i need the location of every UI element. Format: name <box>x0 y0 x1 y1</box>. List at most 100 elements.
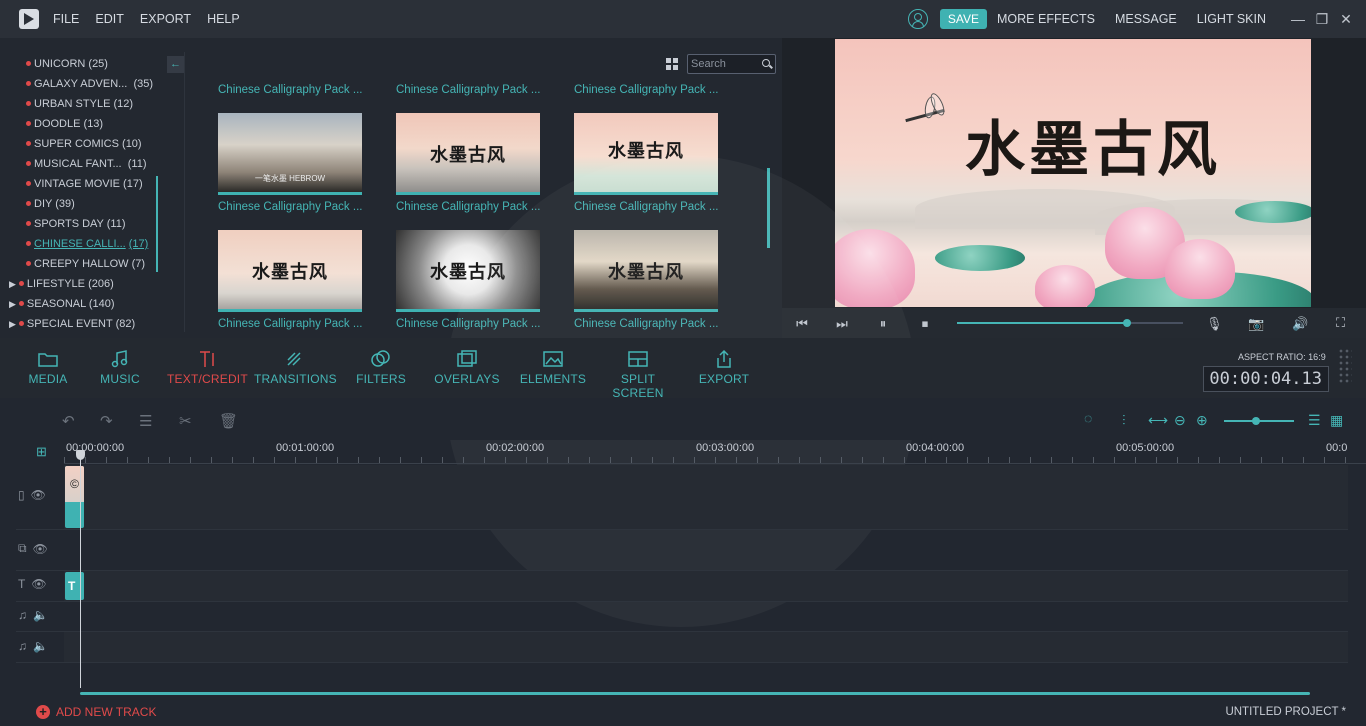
tool-filters[interactable]: FILTERS <box>341 348 421 386</box>
zoom-in-icon[interactable]: ⊕ <box>1196 412 1208 429</box>
fit-timeline-icon[interactable]: ⟷ <box>1148 412 1168 429</box>
category-doodle[interactable]: DOODLE (13) <box>0 114 170 134</box>
category-vintage-movie[interactable]: VINTAGE MOVIE (17) <box>0 174 170 194</box>
minimize-icon[interactable]: — <box>1286 11 1310 27</box>
menu-export[interactable]: EXPORT <box>140 12 191 26</box>
close-icon[interactable]: ✕ <box>1334 11 1358 28</box>
light-skin-link[interactable]: LIGHT SKIN <box>1197 12 1266 26</box>
tool-music[interactable]: MUSIC <box>80 348 160 386</box>
microphone-icon[interactable]: 🎙 <box>1206 316 1223 332</box>
stop-icon[interactable]: ⏹ <box>904 316 946 332</box>
message-link[interactable]: MESSAGE <box>1115 12 1177 26</box>
expand-arrow-icon[interactable]: ▶ <box>9 299 16 309</box>
menu-file[interactable]: FILE <box>53 12 79 26</box>
expand-arrow-icon[interactable]: ▶ <box>9 279 16 289</box>
text-clip[interactable]: T <box>65 572 84 600</box>
speaker-icon[interactable]: 🔈 <box>33 608 48 622</box>
category-super-comics[interactable]: SUPER COMICS (10) <box>0 134 170 154</box>
redo-icon[interactable]: ↷ <box>100 412 113 430</box>
fullscreen-icon[interactable]: ⛶ <box>1336 315 1345 331</box>
category-special-event[interactable]: ▶ SPECIAL EVENT (82) <box>0 314 170 334</box>
thumbnail-label[interactable]: Chinese Calligraphy Pack ... <box>218 318 362 330</box>
video-clip[interactable]: © <box>65 466 84 528</box>
tool-text-credit[interactable]: TEXT/CREDIT <box>167 348 248 386</box>
step-forward-icon[interactable]: ⏭ <box>822 316 862 332</box>
delete-trash-icon[interactable]: 🗑 <box>219 412 238 430</box>
menu-help[interactable]: HELP <box>207 12 240 26</box>
menu-edit[interactable]: EDIT <box>95 12 123 26</box>
zoom-slider[interactable] <box>1224 417 1294 425</box>
speaker-icon[interactable]: 🔈 <box>33 639 48 653</box>
tool-media[interactable]: MEDIA <box>8 348 88 386</box>
collapse-panel-arrow-icon[interactable]: ← <box>167 56 184 73</box>
undo-icon[interactable]: ↶ <box>62 412 75 430</box>
pause-icon[interactable]: ⏸ <box>862 316 904 332</box>
effect-thumbnail[interactable]: 水墨古风 <box>396 230 540 312</box>
tool-transitions[interactable]: TRANSITIONS <box>254 348 337 386</box>
category-creepy-hallow[interactable]: CREEPY HALLOW (7) <box>0 254 170 274</box>
playhead[interactable] <box>76 450 85 688</box>
category-unicorn[interactable]: UNICORN (25) <box>0 54 170 74</box>
list-view-icon[interactable]: ☰ <box>1308 412 1321 429</box>
add-new-track-button[interactable]: + ADD NEW TRACK <box>36 705 156 719</box>
effect-thumbnail[interactable]: 水墨古风 <box>396 113 540 195</box>
more-effects-link[interactable]: MORE EFFECTS <box>997 12 1095 26</box>
thumbnail-label[interactable]: Chinese Calligraphy Pack ... <box>396 318 540 330</box>
timeline-scrollbar[interactable] <box>80 692 1310 695</box>
user-account-icon[interactable] <box>907 9 928 29</box>
render-preview-icon[interactable]: ◌ <box>1084 410 1092 426</box>
search-icon[interactable] <box>762 59 770 67</box>
snapshot-camera-icon[interactable]: 📷 <box>1248 316 1264 332</box>
zoom-out-icon[interactable]: ⊖ <box>1174 412 1186 429</box>
library-scrollbar[interactable] <box>767 168 770 248</box>
tool-elements[interactable]: ELEMENTS <box>513 348 593 386</box>
maximize-icon[interactable]: ❐ <box>1310 11 1334 28</box>
category-urban-style[interactable]: URBAN STYLE (12) <box>0 94 170 114</box>
thumbnail-label[interactable]: Chinese Calligraphy Pack ... <box>574 201 718 213</box>
category-chinese-calligraphy[interactable]: CHINESE CALLI... (17) <box>0 234 170 254</box>
preview-video-frame[interactable]: 水墨古风 <box>835 39 1311 307</box>
effect-thumbnail[interactable]: 水墨古风 <box>574 230 718 312</box>
thumbnail-label[interactable]: Chinese Calligraphy Pack ... <box>574 84 718 96</box>
category-seasonal[interactable]: ▶ SEASONAL (140) <box>0 294 170 314</box>
tool-split-screen[interactable]: SPLIT SCREEN <box>598 348 678 400</box>
category-galaxy-adventure[interactable]: GALAXY ADVEN... (35) <box>0 74 170 94</box>
thumbnail-label[interactable]: Chinese Calligraphy Pack ... <box>396 84 540 96</box>
progress-knob[interactable] <box>1122 319 1131 327</box>
zoom-slider-knob[interactable] <box>1251 417 1260 425</box>
eye-visibility-icon[interactable]: 👁 <box>31 488 46 502</box>
thumbnail-label[interactable]: Chinese Calligraphy Pack ... <box>396 201 540 213</box>
text-track[interactable] <box>64 571 1348 601</box>
tool-export[interactable]: EXPORT <box>684 348 764 386</box>
category-sports-day[interactable]: SPORTS DAY (11) <box>0 214 170 234</box>
drag-handle-icon[interactable] <box>1338 348 1352 384</box>
thumbnail-label[interactable]: Chinese Calligraphy Pack ... <box>218 84 362 96</box>
grid-view-icon[interactable] <box>666 58 678 70</box>
category-diy[interactable]: DIY (39) <box>0 194 170 214</box>
snap-magnet-icon[interactable]: ⊞ <box>36 444 47 460</box>
eye-visibility-icon[interactable]: 👁 <box>31 577 46 591</box>
thumbnail-label[interactable]: Chinese Calligraphy Pack ... <box>218 201 362 213</box>
skip-back-icon[interactable]: ⏮ <box>782 316 822 332</box>
category-musical-fantasy[interactable]: MUSICAL FANT... (11) <box>0 154 170 174</box>
expand-arrow-icon[interactable]: ▶ <box>9 319 16 329</box>
effect-thumbnail[interactable]: 水墨古风 <box>574 113 718 195</box>
effect-thumbnail[interactable]: 一笔水墨 HEBROW <box>218 113 362 195</box>
audio-mixer-icon[interactable]: ⫶ <box>1122 412 1126 429</box>
audio-track-2[interactable] <box>64 632 1348 662</box>
search-input[interactable] <box>688 55 758 73</box>
thumbnail-label[interactable]: Chinese Calligraphy Pack ... <box>574 318 718 330</box>
cut-scissors-icon[interactable]: ✂ <box>179 412 192 430</box>
category-lifestyle[interactable]: ▶ LIFESTYLE (206) <box>0 274 170 294</box>
playback-progress-bar[interactable] <box>957 319 1183 327</box>
volume-icon[interactable]: 🔊 <box>1292 316 1308 332</box>
save-button[interactable]: SAVE <box>939 9 988 29</box>
timeline-ruler[interactable]: 00:00:00:00 00:01:00:00 00:02:00:00 00:0… <box>64 440 1366 464</box>
grid-view-icon[interactable]: ▦ <box>1330 412 1343 429</box>
eye-visibility-icon[interactable]: 👁 <box>33 542 48 556</box>
video-track[interactable] <box>64 465 1348 529</box>
adjust-settings-icon[interactable]: ☰ <box>139 412 152 430</box>
category-scrollbar[interactable] <box>156 176 158 272</box>
tool-overlays[interactable]: OVERLAYS <box>427 348 507 386</box>
effect-thumbnail[interactable]: 水墨古风 <box>218 230 362 312</box>
